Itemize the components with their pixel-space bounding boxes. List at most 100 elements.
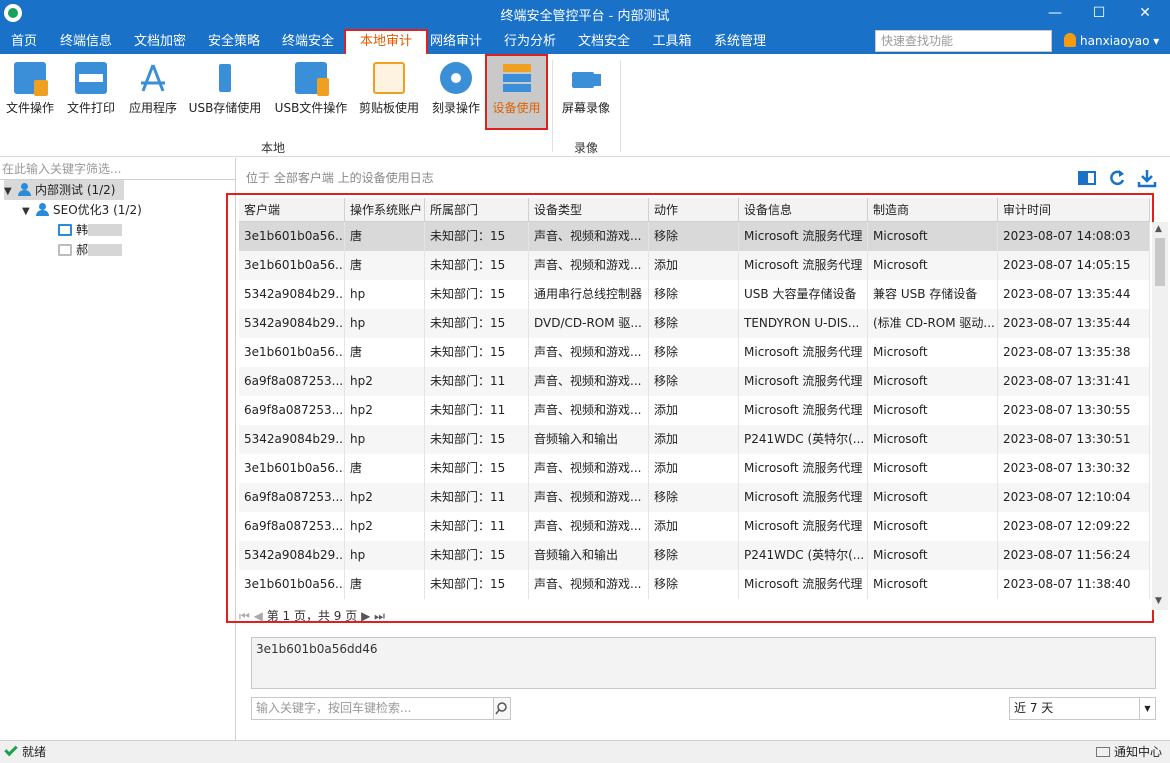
table-cell: 唐 [345, 570, 425, 599]
table-row[interactable]: 5342a9084b29... hp 未知部门：15 通用串行总线控制器 移除 USB 大… [239, 280, 1150, 309]
tree-node-label: 韩 [76, 223, 89, 237]
maximize-button[interactable]: ☐ [1076, 0, 1122, 26]
table-cell: Microsoft 流服务代理 [739, 483, 868, 512]
ready-check-icon [4, 742, 18, 757]
table-row[interactable]: 3e1b601b0a56... 唐未知部门：15 声音、视频和游戏... 移除 Micr… [239, 222, 1150, 251]
ribbon-clipboard-button[interactable]: 剪贴板使用 [356, 56, 422, 128]
column-header[interactable]: 设备信息 [739, 198, 868, 222]
tab-home[interactable]: 首页 [0, 29, 48, 54]
table-cell: 未知部门：15 [425, 541, 529, 570]
minimize-button[interactable]: — [1032, 0, 1078, 26]
table-row[interactable]: 3e1b601b0a56... 唐未知部门：15 声音、视频和游戏... 移除 Micr… [239, 570, 1150, 599]
table-row[interactable]: 3e1b601b0a56... 唐未知部门：15 声音、视频和游戏... 添加 Micr… [239, 454, 1150, 483]
tree-node-client-online[interactable]: 韩 [58, 220, 123, 240]
table-cell: 6a9f8a087253... [239, 396, 345, 425]
tab-toolbox[interactable]: 工具箱 [642, 29, 702, 54]
column-header[interactable]: 设备类型 [529, 198, 649, 222]
chevron-down-icon[interactable]: ▼ [1139, 698, 1155, 719]
refresh-icon[interactable] [1107, 168, 1127, 188]
group-separator [552, 60, 553, 152]
device-usage-table: 客户端 操作系统账户 所属部门 设备类型 动作 设备信息 制造商 审计时间 3e… [239, 198, 1150, 610]
table-cell: 未知部门：11 [425, 367, 529, 396]
table-cell: 添加 [649, 425, 739, 454]
keyword-search-input[interactable]: 输入关键字，按回车键检索... [251, 697, 494, 720]
tree-node-label: 郝 [76, 243, 89, 257]
tab-local-audit[interactable]: 本地审计 [344, 29, 428, 54]
tab-doc-encrypt[interactable]: 文档加密 [124, 29, 196, 54]
table-row[interactable]: 6a9f8a087253... hp2 未知部门：11 声音、视频和游戏... 添加 Mi… [239, 396, 1150, 425]
ribbon-applications-button[interactable]: 应用程序 [124, 56, 182, 128]
column-layout-icon[interactable] [1077, 168, 1097, 188]
ribbon-file-print-button[interactable]: 文件打印 [62, 56, 120, 128]
table-cell: 声音、视频和游戏... [529, 454, 649, 483]
table-cell: 移除 [649, 367, 739, 396]
ribbon-label: 文件打印 [66, 101, 115, 115]
scroll-thumb[interactable] [1155, 238, 1165, 286]
scroll-down-icon[interactable]: ▼ [1155, 596, 1162, 606]
clipboard-icon [373, 62, 405, 94]
tab-terminal-info[interactable]: 终端信息 [50, 29, 122, 54]
tree-filter-input[interactable]: 在此输入关键字筛选... [0, 158, 236, 180]
ribbon-file-ops-button[interactable]: 文件操作 [2, 56, 58, 128]
user-menu[interactable]: hanxiaoyao ▾ [1064, 33, 1159, 48]
tab-security-policy[interactable]: 安全策略 [198, 29, 270, 54]
prev-page-icon[interactable]: ◀ [254, 609, 263, 623]
table-row[interactable]: 5342a9084b29... hp 未知部门：15 音频输入和输出 添加 P241WDC… [239, 425, 1150, 454]
close-button[interactable]: ✕ [1122, 0, 1168, 26]
search-button[interactable] [493, 697, 511, 720]
ribbon-device-usage-button[interactable]: 设备使用 [485, 54, 548, 130]
column-header[interactable]: 审计时间 [998, 198, 1150, 222]
date-range-select[interactable]: 近 7 天 ▼ [1009, 697, 1156, 720]
collapse-arrow-icon[interactable]: ▼ [4, 182, 18, 202]
ribbon-burn-button[interactable]: 刻录操作 [428, 56, 484, 128]
column-header[interactable]: 动作 [649, 198, 739, 222]
next-page-icon[interactable]: ▶ [361, 609, 370, 623]
tab-doc-security[interactable]: 文档安全 [568, 29, 640, 54]
detail-text-box[interactable]: 3e1b601b0a56dd46 [251, 637, 1156, 689]
table-vertical-scrollbar[interactable]: ▲ ▼ [1152, 222, 1168, 610]
table-cell: 2023-08-07 13:35:44 [998, 309, 1150, 338]
column-header[interactable]: 客户端 [239, 198, 345, 222]
table-row[interactable]: 6a9f8a087253... hp2 未知部门：11 声音、视频和游戏... 添加 Mi… [239, 512, 1150, 541]
tab-behavior-analysis[interactable]: 行为分析 [494, 29, 566, 54]
first-page-icon[interactable]: ⏮ [239, 609, 250, 623]
table-row[interactable]: 3e1b601b0a56... 唐未知部门：15 声音、视频和游戏... 添加 Micr… [239, 251, 1150, 280]
last-page-icon[interactable]: ⏭ [374, 609, 385, 623]
table-cell: Microsoft 流服务代理 [739, 338, 868, 367]
table-cell: 唐 [345, 251, 425, 280]
table-cell: 兼容 USB 存储设备 [868, 280, 998, 309]
tree-node-client-offline[interactable]: 郝 [58, 240, 123, 260]
column-header[interactable]: 所属部门 [425, 198, 529, 222]
table-cell: Microsoft [868, 425, 998, 454]
table-row[interactable]: 3e1b601b0a56... 唐未知部门：15 声音、视频和游戏... 移除 Micr… [239, 338, 1150, 367]
ribbon-label: 剪贴板使用 [358, 101, 419, 115]
group-label-record: 录像 [574, 141, 599, 155]
table-row[interactable]: 6a9f8a087253... hp2 未知部门：11 声音、视频和游戏... 移除 Mi… [239, 483, 1150, 512]
ribbon-label: 文件操作 [5, 101, 54, 115]
scroll-up-icon[interactable]: ▲ [1155, 224, 1162, 234]
ribbon-usb-file-ops-button[interactable]: USB文件操作 [270, 56, 352, 128]
column-header[interactable]: 制造商 [868, 198, 998, 222]
tab-network-audit[interactable]: 网络审计 [420, 29, 492, 54]
table-cell: 5342a9084b29... [239, 541, 345, 570]
column-header[interactable]: 操作系统账户 [345, 198, 425, 222]
collapse-arrow-icon[interactable]: ▼ [22, 202, 36, 222]
ribbon-screen-record-button[interactable]: 屏幕录像 [558, 56, 614, 128]
table-cell: 3e1b601b0a56... [239, 570, 345, 599]
tree-node-label: SEO优化3 (1/2) [53, 203, 142, 217]
table-row[interactable]: 5342a9084b29... hp 未知部门：15 DVD/CD-ROM 驱... 移… [239, 309, 1150, 338]
ribbon-usb-storage-button[interactable]: USB存储使用 [186, 56, 264, 128]
tree-node-group[interactable]: ▼ SEO优化3 (1/2) [22, 200, 142, 220]
table-row[interactable]: 5342a9084b29... hp 未知部门：15 音频输入和输出 移除 P241WDC… [239, 541, 1150, 570]
tab-terminal-security[interactable]: 终端安全 [272, 29, 344, 54]
tab-system-management[interactable]: 系统管理 [704, 29, 776, 54]
table-cell: 2023-08-07 13:30:51 [998, 425, 1150, 454]
quick-search-input[interactable]: 快速查找功能 [875, 30, 1052, 52]
user-name: hanxiaoyao ▾ [1080, 34, 1160, 48]
table-row[interactable]: 6a9f8a087253... hp2 未知部门：11 声音、视频和游戏... 移除 Mi… [239, 367, 1150, 396]
ribbon-toolbar: 文件操作 文件打印 应用程序 USB存储使用 USB文件操作 剪贴板使用 刻录操… [0, 54, 1170, 157]
tree-node-root[interactable]: ▼ 内部测试 (1/2) [4, 180, 124, 200]
ribbon-label: 应用程序 [128, 101, 177, 115]
notification-center-link[interactable]: 通知中心 [1095, 741, 1162, 763]
export-download-icon[interactable] [1137, 168, 1157, 188]
